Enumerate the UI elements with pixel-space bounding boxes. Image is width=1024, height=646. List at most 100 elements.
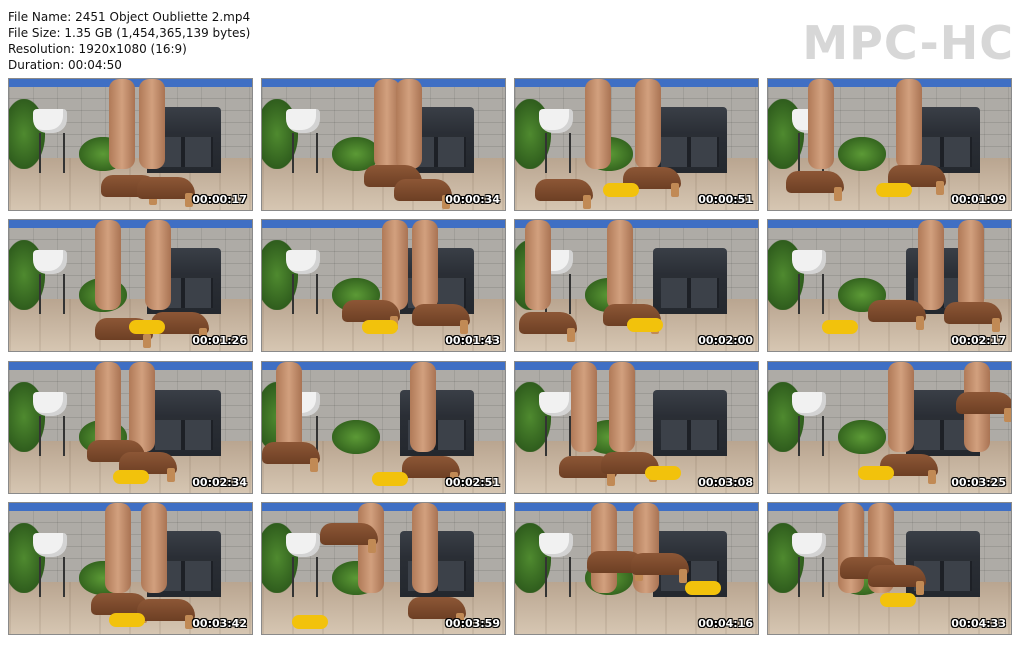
thumbnail-leg <box>95 220 121 310</box>
thumbnail-scene-grill <box>653 107 727 173</box>
thumbnail-timestamp: 00:04:33 <box>951 617 1006 630</box>
thumbnail-scene-grill <box>653 390 727 456</box>
thumbnail-scene-stand <box>545 416 571 456</box>
video-thumbnail: 00:02:00 <box>515 220 758 351</box>
thumbnail-leg <box>139 79 165 169</box>
thumbnail-shoe <box>262 442 320 472</box>
video-thumbnail: 00:01:43 <box>262 220 505 351</box>
thumbnail-object <box>858 466 894 480</box>
thumbnail-leg <box>896 79 922 169</box>
thumbnail-scene-stand <box>39 557 65 597</box>
thumbnail-timestamp: 00:03:08 <box>698 476 753 489</box>
thumbnail-leg <box>838 503 864 593</box>
thumbnail-object <box>880 593 916 607</box>
file-name: File Name: 2451 Object Oubliette 2.mp4 <box>8 10 251 24</box>
video-thumbnail: 00:03:59 <box>262 503 505 634</box>
thumbnail-scene-stand <box>39 133 65 173</box>
thumbnail-object <box>113 470 149 484</box>
thumbnail-scene-pot <box>33 250 67 274</box>
thumbnail-leg <box>145 220 171 310</box>
thumbnail-timestamp: 00:00:17 <box>192 193 247 206</box>
thumbnail-timestamp: 00:01:26 <box>192 334 247 347</box>
mpc-hc-logo: MPC-HC <box>802 16 1014 70</box>
thumbnail-scene-stand <box>292 557 318 597</box>
thumbnail-object <box>822 320 858 334</box>
thumbnail-leg <box>958 220 984 310</box>
thumbnail-leg <box>105 503 131 593</box>
thumbnail-scene-pot <box>539 392 573 416</box>
thumbnail-scene-sky <box>515 220 758 228</box>
thumbnail-leg <box>412 503 438 593</box>
thumbnail-leg <box>635 79 661 169</box>
thumbnail-leg <box>410 362 436 452</box>
thumbnail-shoe <box>137 599 195 629</box>
video-thumbnail: 00:04:16 <box>515 503 758 634</box>
thumbnail-scene-pot <box>33 533 67 557</box>
file-size: File Size: 1.35 GB (1,454,365,139 bytes) <box>8 26 251 40</box>
thumbnail-object <box>603 183 639 197</box>
thumbnail-scene-stand <box>292 274 318 314</box>
thumbnail-leg <box>609 362 635 452</box>
thumbnail-shoe <box>786 171 844 201</box>
thumbnail-shoe <box>868 300 926 330</box>
thumbnail-object <box>362 320 398 334</box>
thumbnail-timestamp: 00:00:51 <box>698 193 753 206</box>
thumbnail-leg <box>571 362 597 452</box>
video-thumbnail: 00:00:34 <box>262 79 505 210</box>
thumbnail-scene-bush2 <box>332 420 380 454</box>
thumbnail-scene-pot <box>539 109 573 133</box>
thumbnail-scene-pot <box>539 533 573 557</box>
thumbnail-leg <box>888 362 914 452</box>
thumbnail-leg <box>525 220 551 310</box>
thumbnail-timestamp: 00:01:09 <box>951 193 1006 206</box>
thumbnail-scene-pot <box>286 250 320 274</box>
video-thumbnail: 00:03:25 <box>768 362 1011 493</box>
resolution: Resolution: 1920x1080 (16:9) <box>8 42 187 56</box>
video-thumbnail: 00:01:09 <box>768 79 1011 210</box>
thumbnail-scene-pot <box>286 109 320 133</box>
thumbnail-timestamp: 00:03:25 <box>951 476 1006 489</box>
thumbnail-scene-sky <box>9 220 252 228</box>
thumbnail-timestamp: 00:01:43 <box>445 334 500 347</box>
thumbnail-timestamp: 00:03:59 <box>445 617 500 630</box>
thumbnail-leg <box>918 220 944 310</box>
thumbnail-leg <box>607 220 633 310</box>
video-thumbnail: 00:02:34 <box>9 362 252 493</box>
file-info-block: File Name: 2451 Object Oubliette 2.mp4 F… <box>8 9 250 73</box>
video-thumbnail: 00:02:17 <box>768 220 1011 351</box>
thumbnail-shoe <box>956 392 1011 422</box>
thumbnail-scene-pot <box>286 533 320 557</box>
thumbnail-shoe <box>394 179 452 209</box>
thumbnail-scene-pot <box>33 109 67 133</box>
thumbnail-leg <box>276 362 302 452</box>
thumbnail-timestamp: 00:03:42 <box>192 617 247 630</box>
thumbnail-leg <box>141 503 167 593</box>
thumbnail-shoe <box>412 304 470 334</box>
thumbnail-leg <box>396 79 422 169</box>
thumbnail-shoe <box>408 597 466 627</box>
video-thumbnail: 00:00:17 <box>9 79 252 210</box>
thumbnail-scene-pot <box>792 250 826 274</box>
thumbnail-scene-stand <box>798 557 824 597</box>
thumbnail-object <box>129 320 165 334</box>
thumbnail-leg <box>382 220 408 310</box>
thumbnail-scene-grill <box>653 248 727 314</box>
thumbnail-scene-stand <box>39 274 65 314</box>
thumbnail-scene-stand <box>798 416 824 456</box>
thumbnail-scene-bush2 <box>838 137 886 171</box>
thumbnail-shoe <box>342 300 400 330</box>
video-thumbnail: 00:04:33 <box>768 503 1011 634</box>
thumbnail-shoe <box>631 553 689 583</box>
thumbnail-leg <box>585 79 611 169</box>
thumbnail-object <box>645 466 681 480</box>
thumbnail-object <box>627 318 663 332</box>
thumbnail-grid: 00:00:17 00:00:34 00:00:51 00:01:09 00:01:26… <box>9 79 1015 637</box>
thumbnail-shoe <box>868 565 926 595</box>
video-thumbnail: 00:02:51 <box>262 362 505 493</box>
thumbnail-leg <box>808 79 834 169</box>
thumbnail-timestamp: 00:02:17 <box>951 334 1006 347</box>
thumbnail-scene-sky <box>768 79 1011 87</box>
thumbnail-leg <box>109 79 135 169</box>
thumbnail-scene-grill <box>147 390 221 456</box>
thumbnail-object <box>292 615 328 629</box>
